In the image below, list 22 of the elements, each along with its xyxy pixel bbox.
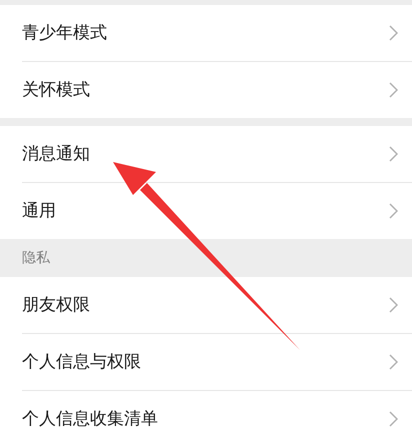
setting-label: 青少年模式: [22, 22, 108, 44]
settings-row[interactable]: 青少年模式: [0, 5, 412, 61]
setting-label: 通用: [22, 200, 57, 222]
settings-row[interactable]: 个人信息与权限: [0, 334, 412, 390]
chevron-icon: [389, 411, 398, 427]
settings-row[interactable]: 个人信息收集清单: [0, 391, 412, 441]
settings-row[interactable]: 消息通知: [0, 126, 412, 182]
chevron-icon: [389, 82, 398, 98]
setting-label: 个人信息收集清单: [22, 408, 159, 430]
section-header: 隐私: [22, 249, 50, 267]
settings-row[interactable]: 通用: [0, 183, 412, 239]
setting-label: 关怀模式: [22, 79, 91, 101]
settings-row[interactable]: 关怀模式: [0, 62, 412, 118]
setting-label: 个人信息与权限: [22, 351, 142, 373]
chevron-icon: [389, 203, 398, 219]
chevron-icon: [389, 297, 398, 313]
chevron-icon: [389, 25, 398, 41]
setting-label: 朋友权限: [22, 294, 91, 316]
chevron-icon: [389, 146, 398, 162]
chevron-icon: [389, 354, 398, 370]
setting-label: 消息通知: [22, 143, 91, 165]
settings-row[interactable]: 朋友权限: [0, 277, 412, 333]
